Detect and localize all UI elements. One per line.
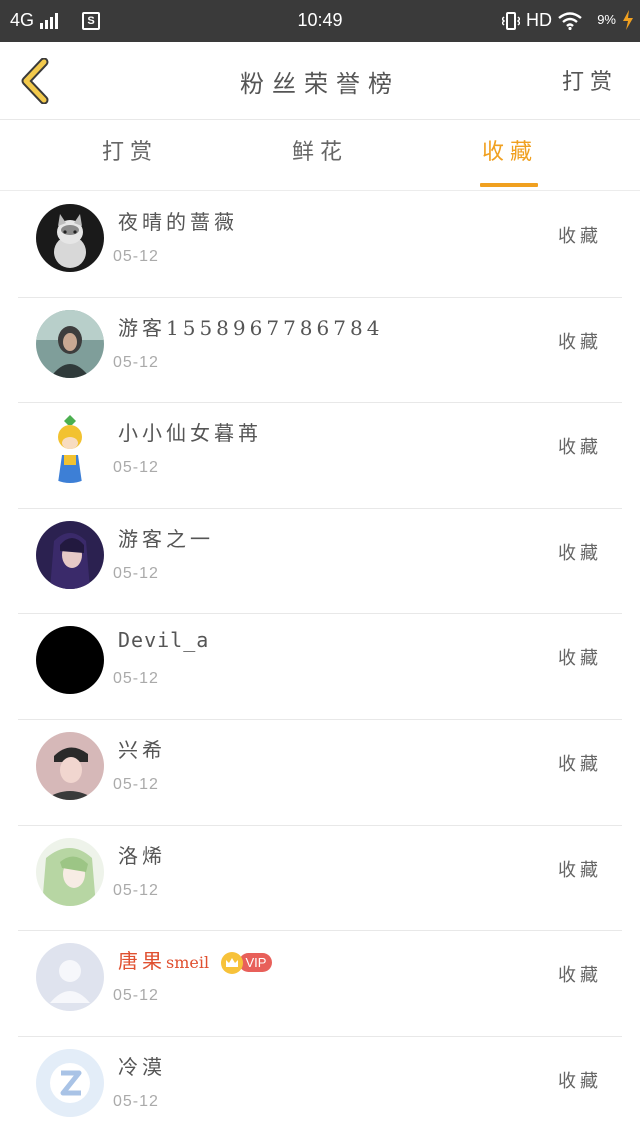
fan-list: 夜晴的蔷薇 05-12 收藏 游客1558967786784 05-12 收藏 — [0, 192, 640, 1138]
user-name-text: 唐果 — [118, 949, 166, 974]
item-action-label: 收藏 — [558, 437, 602, 459]
item-action-label: 收藏 — [558, 542, 602, 564]
avatar — [36, 309, 104, 378]
vibrate-icon — [502, 11, 520, 30]
user-name: 兴希 — [118, 737, 166, 762]
item-action-label: 收藏 — [558, 965, 602, 987]
user-name: 小小仙女暮苒 — [118, 421, 262, 446]
hd-label: HD — [526, 10, 552, 30]
item-action-label: 收藏 — [558, 753, 602, 775]
item-date: 05-12 — [113, 248, 159, 265]
tab-bar: 打赏 鲜花 收藏 — [0, 121, 640, 191]
avatar — [36, 943, 104, 1012]
user-name: 洛烯 — [118, 843, 166, 868]
item-date: 05-12 — [113, 1092, 159, 1110]
item-date: 05-12 — [113, 987, 159, 1005]
item-action-label: 收藏 — [558, 331, 602, 353]
item-date: 05-12 — [113, 881, 159, 899]
header-reward-button[interactable]: 打赏 — [562, 64, 618, 96]
status-right: HD — [502, 10, 582, 31]
item-date: 05-12 — [113, 564, 159, 582]
list-item[interactable]: 冷漠 05-12 收藏 — [18, 1037, 622, 1138]
user-name: Devil_a — [118, 628, 210, 653]
list-item[interactable]: 唐果smeil VIP 05-12 收藏 — [18, 931, 622, 1037]
avatar — [36, 1048, 104, 1117]
item-date: 05-12 — [113, 670, 159, 688]
user-name: 唐果smeil VIP — [118, 945, 273, 974]
avatar — [36, 626, 104, 695]
tab-reward[interactable]: 打赏 — [70, 121, 190, 191]
charging-icon — [623, 10, 633, 30]
list-item[interactable]: 兴希 05-12 收藏 — [18, 720, 622, 826]
user-name-suffix: smeil — [166, 953, 210, 973]
item-action-label: 收藏 — [558, 1070, 602, 1092]
list-item[interactable]: 游客之一 05-12 收藏 — [18, 509, 622, 615]
status-bar: 4G S 10:49 HD 9% — [0, 0, 640, 42]
item-date: 05-12 — [113, 353, 159, 371]
list-item[interactable]: Devil_a 05-12 收藏 — [18, 614, 622, 720]
avatar — [36, 204, 104, 272]
wifi-icon — [558, 11, 582, 30]
user-name: 游客1558967786784 — [118, 315, 384, 340]
active-tab-indicator — [480, 183, 538, 187]
tab-label: 收藏 — [481, 140, 538, 165]
item-date: 05-12 — [113, 775, 159, 793]
tab-flowers[interactable]: 鲜花 — [260, 121, 380, 191]
tab-label: 打赏 — [101, 140, 158, 165]
tab-favorites[interactable]: 收藏 — [450, 121, 570, 191]
battery-label: 9% — [597, 12, 616, 27]
item-date: 05-12 — [113, 459, 159, 477]
item-action-label: 收藏 — [558, 859, 602, 881]
list-item[interactable]: 游客1558967786784 05-12 收藏 — [18, 298, 622, 404]
list-item[interactable]: 洛烯 05-12 收藏 — [18, 826, 622, 932]
item-action-label: 收藏 — [558, 226, 602, 247]
item-action-label: 收藏 — [558, 648, 602, 670]
user-name: 冷漠 — [118, 1054, 166, 1079]
avatar — [36, 837, 104, 906]
vip-badge: VIP — [221, 951, 273, 974]
user-name: 游客之一 — [118, 526, 214, 551]
crown-icon — [221, 951, 244, 974]
vip-label: VIP — [239, 953, 273, 973]
page-title: 粉丝荣誉榜 — [240, 70, 400, 98]
tab-label: 鲜花 — [291, 140, 348, 165]
avatar — [36, 415, 104, 484]
nav-header: 粉丝荣誉榜 打赏 — [0, 42, 640, 120]
user-name: 夜晴的蔷薇 — [118, 210, 238, 234]
avatar — [36, 520, 104, 589]
list-item[interactable]: 小小仙女暮苒 05-12 收藏 — [18, 403, 622, 509]
avatar — [36, 731, 104, 800]
list-item[interactable]: 夜晴的蔷薇 05-12 收藏 — [18, 192, 622, 298]
